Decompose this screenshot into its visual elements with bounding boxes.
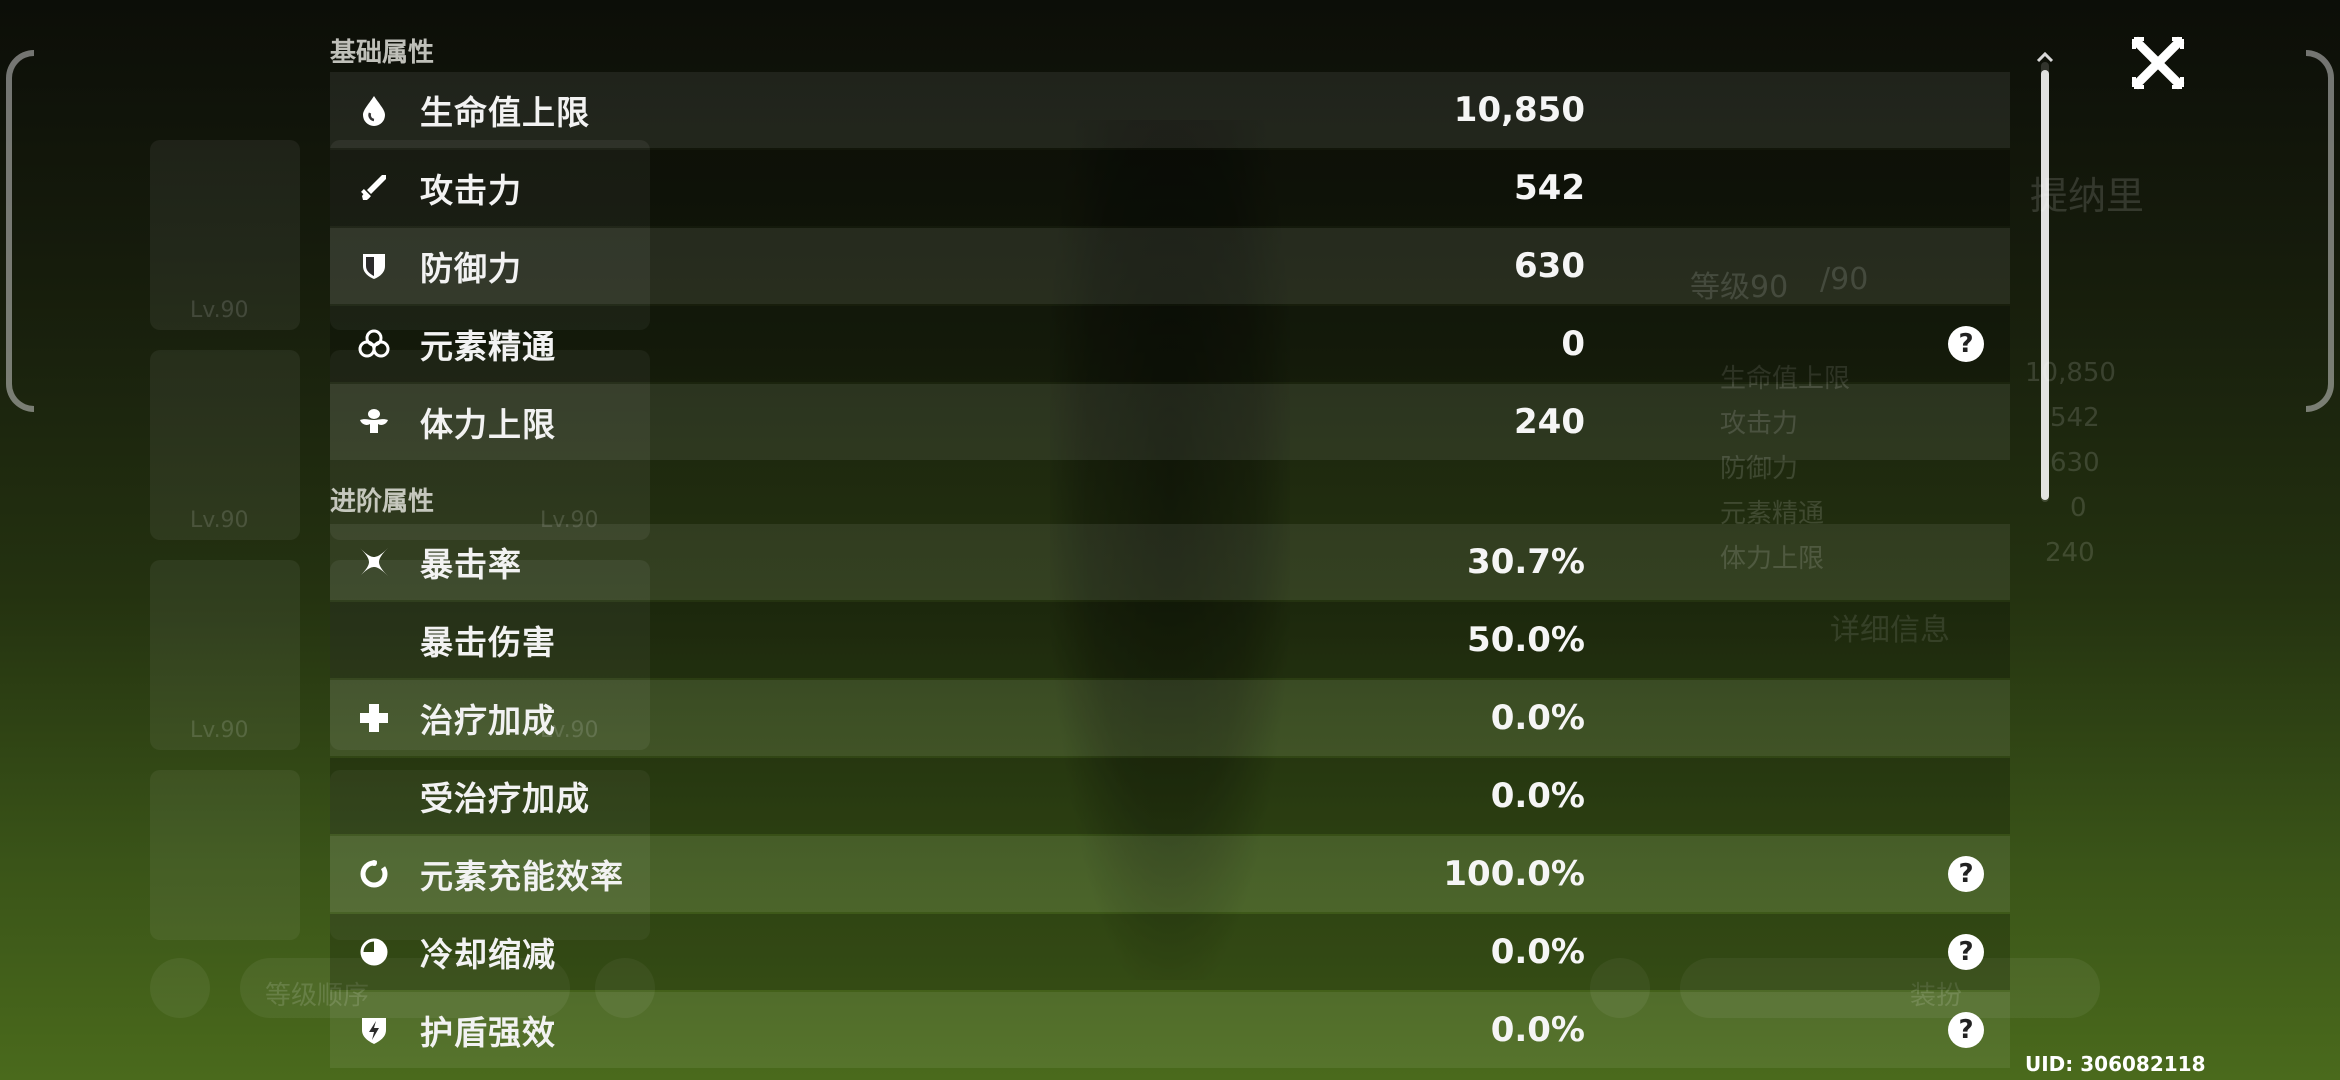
help-icon[interactable]: ? [1948,1012,1984,1048]
stat-row-cooldown: 冷却缩减 0.0% ? [330,914,2010,990]
stat-row-energy-recharge: 元素充能效率 100.0% ? [330,836,2010,912]
healing-cross-icon [354,698,394,738]
shield-icon [354,246,394,286]
stat-label: 体力上限 [420,405,556,444]
stat-row-def: 防御力 630 [330,228,2010,304]
help-icon[interactable]: ? [1948,326,1984,362]
stat-label: 暴击伤害 [420,623,556,662]
stat-value: 0.0% [1490,698,1585,738]
card-level: Lv.90 [190,718,249,743]
stat-row-hp: 生命值上限 10,850 [330,72,2010,148]
character-card [150,770,300,940]
character-card [150,140,300,330]
hp-drop-icon [354,90,394,130]
stat-label: 护盾强效 [420,1013,556,1052]
close-button[interactable] [2130,35,2186,91]
stat-label: 暴击率 [420,545,522,584]
character-card [150,560,300,750]
stat-row-crit-rate: 暴击率 30.7% [330,524,2010,600]
stat-label: 攻击力 [420,171,522,210]
stat-label: 冷却缩减 [420,935,556,974]
mini-stat-value: 0 [2070,493,2087,523]
stat-label: 治疗加成 [420,701,556,740]
stat-value: 0.0% [1490,776,1585,816]
stat-value: 50.0% [1467,620,1585,660]
stat-label: 生命值上限 [420,93,590,132]
stat-value: 240 [1514,402,1585,442]
section-title-base: 基础属性 [330,38,435,68]
mini-stat-value: 542 [2050,403,2100,433]
stat-label: 防御力 [420,249,522,288]
sword-icon [354,168,394,208]
help-icon[interactable]: ? [1948,856,1984,892]
stat-value: 30.7% [1467,542,1585,582]
stat-value: 0 [1561,324,1585,364]
stat-value: 0.0% [1490,1010,1585,1050]
stat-row-shield-strength: 护盾强效 0.0% ? [330,992,2010,1068]
cooldown-icon [354,932,394,972]
stamina-icon [354,402,394,442]
uid-label: UID: 306082118 [2025,1052,2206,1076]
scrollbar-thumb[interactable] [2041,70,2049,500]
help-icon[interactable]: ? [1948,934,1984,970]
left-edge-frame [6,50,34,412]
stat-label: 元素充能效率 [420,857,624,896]
stat-label: 受治疗加成 [420,779,590,818]
stat-value: 630 [1514,246,1585,286]
filter-icon [150,958,210,1018]
stat-value: 100.0% [1443,854,1585,894]
crit-rate-icon [354,542,394,582]
right-edge-frame [2306,50,2334,412]
mini-stat-value: 10,850 [2025,358,2116,388]
mini-stat-value: 240 [2045,538,2095,568]
mini-stat-value: 630 [2050,448,2100,478]
close-icon [2131,36,2185,90]
character-card [150,350,300,540]
stat-row-incoming-healing: 受治疗加成 0.0% [330,758,2010,834]
section-title-advanced: 进阶属性 [330,487,435,517]
card-level: Lv.90 [190,298,249,323]
elemental-mastery-icon [354,324,394,364]
stat-row-healing: 治疗加成 0.0% [330,680,2010,756]
stat-value: 0.0% [1490,932,1585,972]
attribute-panel: 基础属性 生命值上限 10,850 攻击力 542 防御力 630 元素精通 0… [330,0,2010,1080]
stat-label: 元素精通 [420,327,556,366]
card-level: Lv.90 [190,508,249,533]
stat-value: 10,850 [1453,90,1585,130]
stat-value: 542 [1514,168,1585,208]
stat-row-stamina: 体力上限 240 [330,384,2010,460]
energy-recharge-icon [354,854,394,894]
stat-row-atk: 攻击力 542 [330,150,2010,226]
stat-row-em: 元素精通 0 ? [330,306,2010,382]
stat-row-crit-dmg: 暴击伤害 50.0% [330,602,2010,678]
shield-strength-icon [354,1010,394,1050]
